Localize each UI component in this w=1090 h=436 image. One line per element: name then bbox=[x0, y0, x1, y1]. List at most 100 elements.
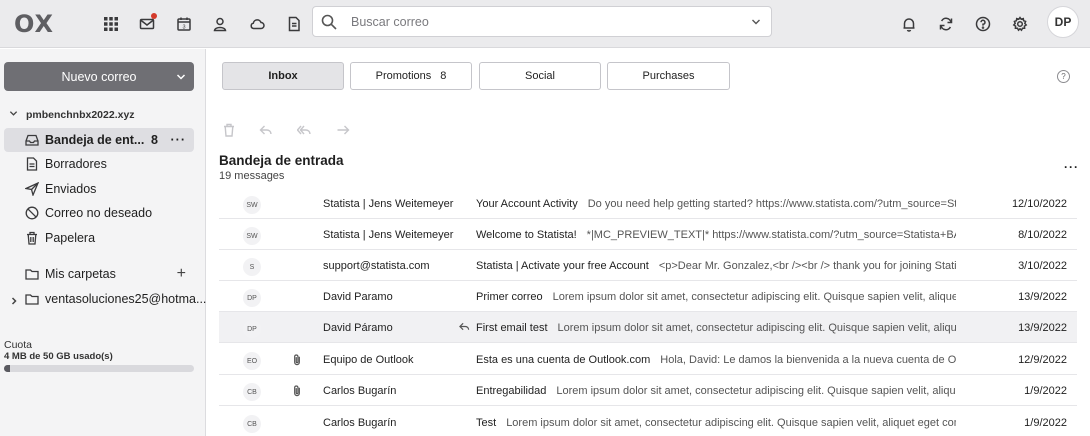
folder-sent[interactable]: Enviados bbox=[4, 177, 194, 201]
message-preview: Lorem ipsum dolor sit amet, consectetur … bbox=[552, 291, 956, 303]
quota-value: 4 MB de 50 GB usado(s) bbox=[4, 351, 113, 362]
svg-text:3: 3 bbox=[182, 25, 185, 31]
reply-all-icon[interactable] bbox=[296, 123, 313, 139]
message-row[interactable]: EO Equipo de Outlook Esta es una cuenta de… bbox=[219, 344, 1077, 375]
forward-icon[interactable] bbox=[336, 123, 352, 139]
account-header[interactable]: pmbenchnbx2022.xyz bbox=[9, 109, 135, 121]
tab-social[interactable]: Social bbox=[479, 62, 601, 90]
top-bar: OX 3 DP bbox=[0, 0, 1090, 48]
message-row[interactable]: CB Carlos Bugarín Entregabilidad Lorem ipsu… bbox=[219, 375, 1077, 406]
folder-label: ventasoluciones25@hotma... bbox=[45, 292, 207, 306]
refresh-icon[interactable] bbox=[934, 12, 958, 36]
help-icon[interactable]: ? bbox=[1057, 70, 1070, 83]
tab-inbox[interactable]: Inbox bbox=[222, 62, 344, 90]
sender-avatar: DP bbox=[243, 320, 261, 338]
tab-promotions[interactable]: Promotions 8 bbox=[350, 62, 472, 90]
message-row[interactable]: SW Statista | Jens Weitemeyer Your Account… bbox=[219, 188, 1077, 219]
sender-avatar: DP bbox=[243, 289, 261, 307]
folder-label: Correo no deseado bbox=[45, 206, 153, 220]
my-folders[interactable]: Mis carpetas + bbox=[4, 262, 194, 286]
attachment-icon bbox=[291, 384, 303, 398]
sender-name: Equipo de Outlook bbox=[323, 354, 414, 366]
tab-label: Purchases bbox=[642, 70, 695, 82]
mail-icon[interactable] bbox=[135, 12, 159, 36]
sender-avatar: EO bbox=[243, 352, 261, 370]
contacts-icon[interactable] bbox=[208, 12, 232, 36]
message-row[interactable]: SW Statista | Jens Weitemeyer Welcome to S… bbox=[219, 219, 1077, 250]
draft-icon bbox=[25, 157, 39, 171]
sender-name: Statista | Jens Weitemeyer bbox=[323, 229, 454, 241]
message-date: 8/10/2022 bbox=[1018, 229, 1067, 241]
apps-grid-icon[interactable] bbox=[99, 12, 123, 36]
quota-label: Cuota bbox=[4, 339, 33, 351]
chevron-down-icon[interactable] bbox=[176, 71, 186, 81]
external-account[interactable]: ventasoluciones25@hotma... bbox=[4, 287, 206, 311]
chevron-down-icon[interactable] bbox=[751, 16, 761, 26]
compose-button-label: Nuevo correo bbox=[61, 69, 137, 84]
sender-avatar: SW bbox=[243, 196, 261, 214]
sidebar: Nuevo correo pmbenchnbx2022.xyz Bandeja … bbox=[0, 49, 206, 436]
message-row[interactable]: DP David Paramo Primer correo Lorem ipsum d… bbox=[219, 281, 1077, 312]
folder-options-button[interactable]: ··· bbox=[171, 133, 187, 147]
message-subject: Esta es una cuenta de Outlook.com bbox=[476, 354, 651, 366]
calendar-icon[interactable]: 3 bbox=[172, 12, 196, 36]
message-subject: Your Account Activity bbox=[476, 198, 578, 210]
folder-icon bbox=[25, 267, 39, 281]
message-date: 3/10/2022 bbox=[1018, 260, 1067, 272]
sender-name: Carlos Bugarín bbox=[323, 417, 397, 429]
delete-icon[interactable] bbox=[222, 123, 238, 139]
spam-icon bbox=[25, 206, 39, 220]
message-row[interactable]: Ssupport@statista.com Statista | Activate… bbox=[219, 250, 1077, 281]
folder-icon bbox=[25, 292, 39, 306]
search-input[interactable] bbox=[351, 13, 731, 31]
cloud-icon[interactable] bbox=[245, 12, 269, 36]
tab-purchases[interactable]: Purchases bbox=[607, 62, 730, 90]
folder-label: Bandeja de ent... bbox=[45, 133, 145, 147]
message-date: 12/10/2022 bbox=[1011, 198, 1067, 210]
list-options-button[interactable]: ··· bbox=[1064, 160, 1079, 174]
message-preview: Lorem ipsum dolor sit amet, consectetur … bbox=[557, 322, 956, 334]
message-date: 13/9/2022 bbox=[1018, 291, 1067, 303]
tab-label: Promotions bbox=[375, 70, 432, 82]
search-bar[interactable] bbox=[312, 6, 772, 37]
folder-spam[interactable]: Correo no deseado bbox=[4, 201, 194, 225]
quota-fill bbox=[4, 365, 10, 372]
message-preview: Do you need help getting started? https:… bbox=[587, 198, 956, 210]
help-icon[interactable] bbox=[971, 12, 995, 36]
sender-name: David Páramo bbox=[323, 322, 393, 334]
reply-icon[interactable] bbox=[259, 123, 275, 139]
folder-trash[interactable]: Papelera bbox=[4, 226, 194, 250]
folder-inbox[interactable]: Bandeja de ent... 8 ··· bbox=[4, 128, 194, 152]
sender-avatar: CB bbox=[243, 383, 261, 401]
add-folder-button[interactable]: + bbox=[177, 265, 186, 283]
search-icon[interactable] bbox=[321, 14, 337, 30]
tab-label: Inbox bbox=[268, 70, 298, 82]
app-logo: OX bbox=[14, 10, 55, 38]
folder-label: Mis carpetas bbox=[45, 267, 116, 281]
trash-icon bbox=[25, 231, 39, 245]
sender-avatar: SW bbox=[243, 227, 261, 245]
gear-icon[interactable] bbox=[1008, 12, 1032, 36]
message-preview: Hola, David: Le damos la bienvenida a la… bbox=[660, 354, 956, 366]
bell-icon[interactable] bbox=[897, 12, 921, 36]
attachment-icon bbox=[291, 353, 303, 367]
document-icon[interactable] bbox=[282, 12, 306, 36]
message-preview: *|MC_PREVIEW_TEXT|* https://www.statista… bbox=[586, 229, 956, 241]
message-date: 13/9/2022 bbox=[1018, 322, 1067, 334]
sender-avatar: CB bbox=[243, 415, 261, 433]
chevron-down-icon[interactable] bbox=[9, 109, 18, 121]
notification-dot bbox=[151, 13, 157, 19]
sender-name: Statista | Jens Weitemeyer bbox=[323, 198, 454, 210]
folder-drafts[interactable]: Borradores bbox=[4, 152, 194, 176]
send-icon bbox=[25, 182, 39, 196]
message-row[interactable]: DP David Páramo First email test Lorem ipsu… bbox=[219, 312, 1077, 343]
chevron-right-icon[interactable] bbox=[10, 294, 18, 308]
message-date: 12/9/2022 bbox=[1018, 354, 1067, 366]
message-row[interactable]: CB Carlos Bugarín Test Lorem ipsum dolor si… bbox=[219, 407, 1077, 436]
message-subject: Statista | Activate your free Account bbox=[476, 260, 649, 272]
message-subject: Entregabilidad bbox=[476, 385, 547, 397]
message-subject: Test bbox=[476, 417, 497, 429]
avatar[interactable]: DP bbox=[1047, 6, 1079, 38]
compose-button[interactable]: Nuevo correo bbox=[4, 62, 194, 91]
message-preview: <p>Dear Mr. Gonzalez,<br /><br /> thank … bbox=[658, 260, 956, 272]
